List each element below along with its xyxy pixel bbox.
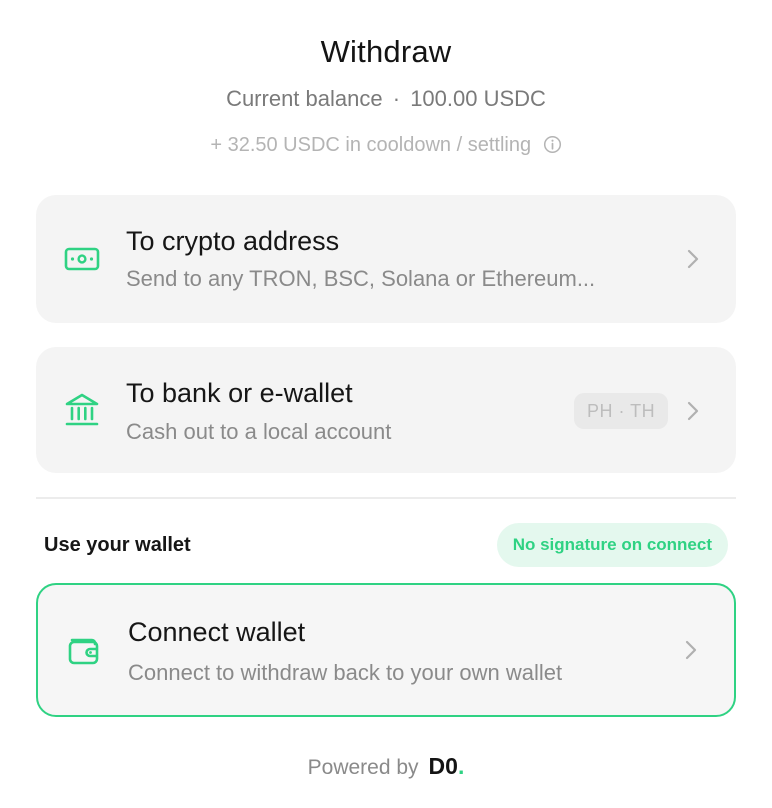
no-signature-badge: No signature on connect (496, 523, 728, 567)
withdraw-to-bank-option[interactable]: To bank or e-wallet Cash out to a local … (36, 347, 736, 473)
balance-value: 100.00 USDC (410, 86, 546, 111)
brand-logo[interactable]: D0 (429, 753, 458, 779)
powered-by-label: Powered by (307, 756, 419, 779)
balance-label: Current balance (226, 86, 383, 111)
current-balance: Current balance · 100.00 USDC (0, 86, 772, 112)
banknote-icon (64, 247, 100, 271)
info-icon[interactable] (543, 135, 562, 154)
connect-wallet-subtitle: Connect to withdraw back to your own wal… (128, 660, 563, 685)
page-title: Withdraw (320, 34, 452, 69)
crypto-option-title: To crypto address (126, 226, 340, 256)
bank-icon (65, 393, 99, 426)
bank-option-subtitle: Cash out to a local account (126, 419, 392, 444)
withdraw-to-crypto-option[interactable]: To crypto address Send to any TRON, BSC,… (36, 195, 736, 323)
wallet-section-label: Use your wallet (44, 534, 191, 556)
crypto-option-subtitle: Send to any TRON, BSC, Solana or Ethereu… (126, 266, 596, 291)
region-badge: PH · TH (574, 393, 669, 429)
connect-wallet-title: Connect wallet (128, 617, 306, 647)
bank-option-title: To bank or e-wallet (126, 378, 353, 408)
connect-wallet-option[interactable]: Connect wallet Connect to withdraw back … (36, 583, 736, 717)
brand-dot: . (457, 753, 465, 779)
chevron-right-icon (687, 401, 699, 421)
balance-separator: · (392, 86, 401, 111)
section-divider (36, 497, 736, 499)
chevron-right-icon (687, 249, 699, 269)
powered-by-footer: Powered by D0. (0, 753, 772, 780)
chevron-right-icon (685, 640, 697, 660)
cooldown-text: + 32.50 USDC in cooldown / settling (210, 134, 532, 156)
wallet-icon (68, 638, 99, 665)
cooldown-info: + 32.50 USDC in cooldown / settling (0, 134, 772, 157)
